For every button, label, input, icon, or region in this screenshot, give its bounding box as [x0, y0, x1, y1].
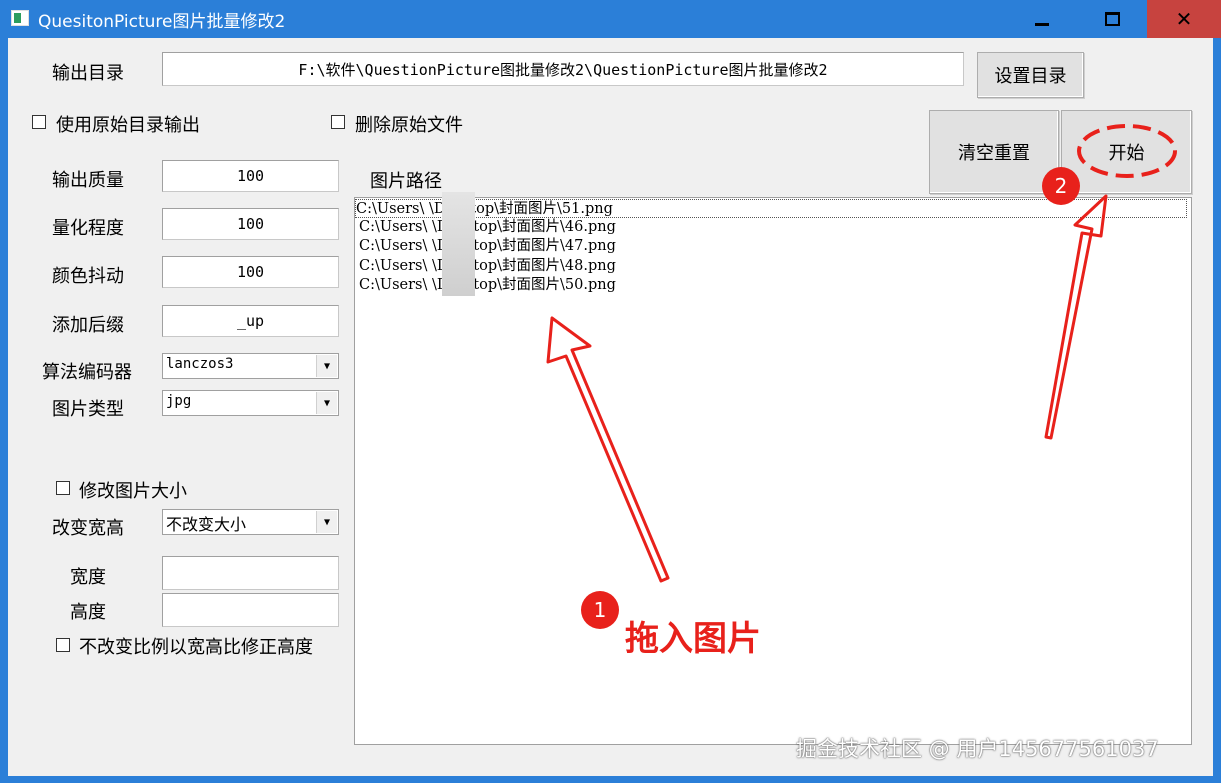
- arrow-2: [1044, 194, 1108, 440]
- step-2-badge: 2: [1042, 167, 1080, 205]
- step-1-badge: 1: [581, 591, 619, 629]
- arrow-1: [546, 316, 670, 583]
- watermark: 掘金技术社区 @ 用户14567756103​7: [796, 737, 1159, 761]
- drag-images-annotation: 拖入图片: [625, 619, 761, 659]
- start-highlight-ring: [1077, 124, 1177, 178]
- annotation-overlay: [546, 124, 1177, 583]
